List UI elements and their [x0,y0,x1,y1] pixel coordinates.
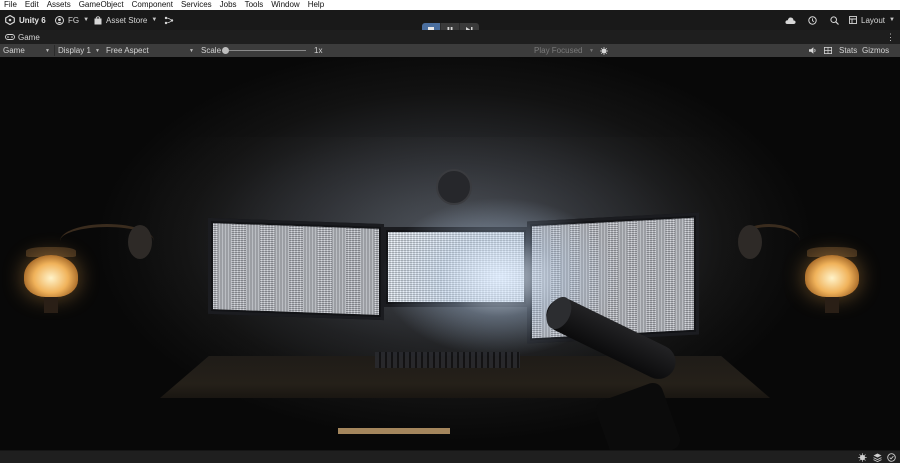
asset-store-label: Asset Store [106,15,148,25]
version-control-icon [164,16,174,24]
display-select[interactable]: Display 1 ▼ [58,44,102,57]
unity-home-button[interactable]: Unity 6 [5,10,46,30]
chevron-down-icon: ▼ [95,47,100,54]
scale-slider-handle[interactable] [222,47,229,54]
unity-logo-icon [5,15,15,25]
layout-label: Layout [861,15,886,25]
search-icon [830,15,839,25]
notification-icon[interactable] [886,452,896,462]
mute-audio-button[interactable] [809,44,817,57]
status-bar [0,450,900,463]
scene-monitor-left [208,217,384,321]
game-view-toolbar: Game ▼ Display 1 ▼ Free Aspect ▼ Scale 1… [0,44,900,57]
grid-icon [824,47,832,54]
panel-menu-icon[interactable]: ⋮ [886,31,895,43]
chevron-down-icon: ▼ [151,17,158,23]
menu-services[interactable]: Services [181,0,212,10]
aspect-select[interactable]: Free Aspect ▼ [106,44,196,57]
layers-icon[interactable] [872,452,882,462]
tab-label: Game [18,32,40,42]
menu-assets[interactable]: Assets [47,0,71,10]
scene-wall-plate-left [128,225,152,259]
speaker-icon [809,47,816,54]
stats-grid-button[interactable] [824,44,832,57]
static-screen [213,223,379,315]
menu-window[interactable]: Window [271,0,299,10]
stats-button[interactable]: Stats [839,44,857,57]
menu-file[interactable]: File [4,0,17,10]
history-icon [808,15,817,25]
scale-value: 1x [314,46,323,55]
display-select-value: Display 1 [58,46,91,55]
account-label: FG [68,15,80,25]
gizmos-button[interactable]: Gizmos [862,44,889,57]
chevron-down-icon: ▼ [189,47,194,54]
history-button[interactable] [808,10,817,30]
bug-icon [600,46,608,55]
view-select[interactable]: Game ▼ [3,44,53,57]
chevron-down-icon: ▼ [889,17,895,23]
scale-label: Scale [201,46,222,55]
user-icon [55,15,64,25]
lamp-glass [24,255,78,297]
main-toolbar: Unity 6 FG ▼ Asset Store ▼ Layout ▼ [0,10,900,37]
lamp-base [44,297,58,313]
lamp-base [825,297,839,313]
menu-gameobject[interactable]: GameObject [79,0,124,10]
account-dropdown[interactable]: FG ▼ [55,10,89,30]
menu-edit[interactable]: Edit [25,0,39,10]
panel-tab-bar: Game ⋮ [0,30,900,44]
chevron-down-icon: ▼ [45,47,50,54]
play-mode-value: Play Focused [534,46,583,55]
store-bag-icon [94,15,102,24]
view-select-value: Game [3,46,25,55]
aspect-select-value: Free Aspect [106,46,149,55]
scene-wall-plate-right [738,225,762,259]
menu-tools[interactable]: Tools [245,0,264,10]
menu-help[interactable]: Help [308,0,324,10]
play-mode-select[interactable]: Play Focused ▼ [534,44,596,57]
cloud-button[interactable] [785,10,796,30]
menu-bar: File Edit Assets GameObject Component Se… [0,0,900,10]
layout-icon [849,16,857,24]
scale-slider-track[interactable] [226,50,306,51]
divider [54,45,55,56]
asset-store-dropdown[interactable]: Asset Store ▼ [94,10,157,30]
app-name: Unity 6 [19,15,46,25]
version-control-button[interactable] [164,10,174,30]
menu-jobs[interactable]: Jobs [220,0,237,10]
chevron-down-icon: ▼ [589,47,594,54]
bug-button[interactable] [600,44,608,57]
chevron-down-icon: ▼ [83,17,90,23]
game-viewport[interactable] [0,57,900,450]
layout-dropdown[interactable]: Layout ▼ [849,10,895,30]
search-button[interactable] [830,10,839,30]
scene-keyboard [375,352,520,368]
scene-lamp-left [12,217,92,317]
lamp-glass [805,255,859,297]
tab-game[interactable]: Game [0,30,40,44]
scene-desk-light-strip [338,428,450,434]
cloud-icon [785,17,796,24]
scene-lamp-right [793,217,873,317]
debug-icon[interactable] [857,452,867,462]
menu-component[interactable]: Component [132,0,173,10]
gamepad-icon [5,34,15,40]
